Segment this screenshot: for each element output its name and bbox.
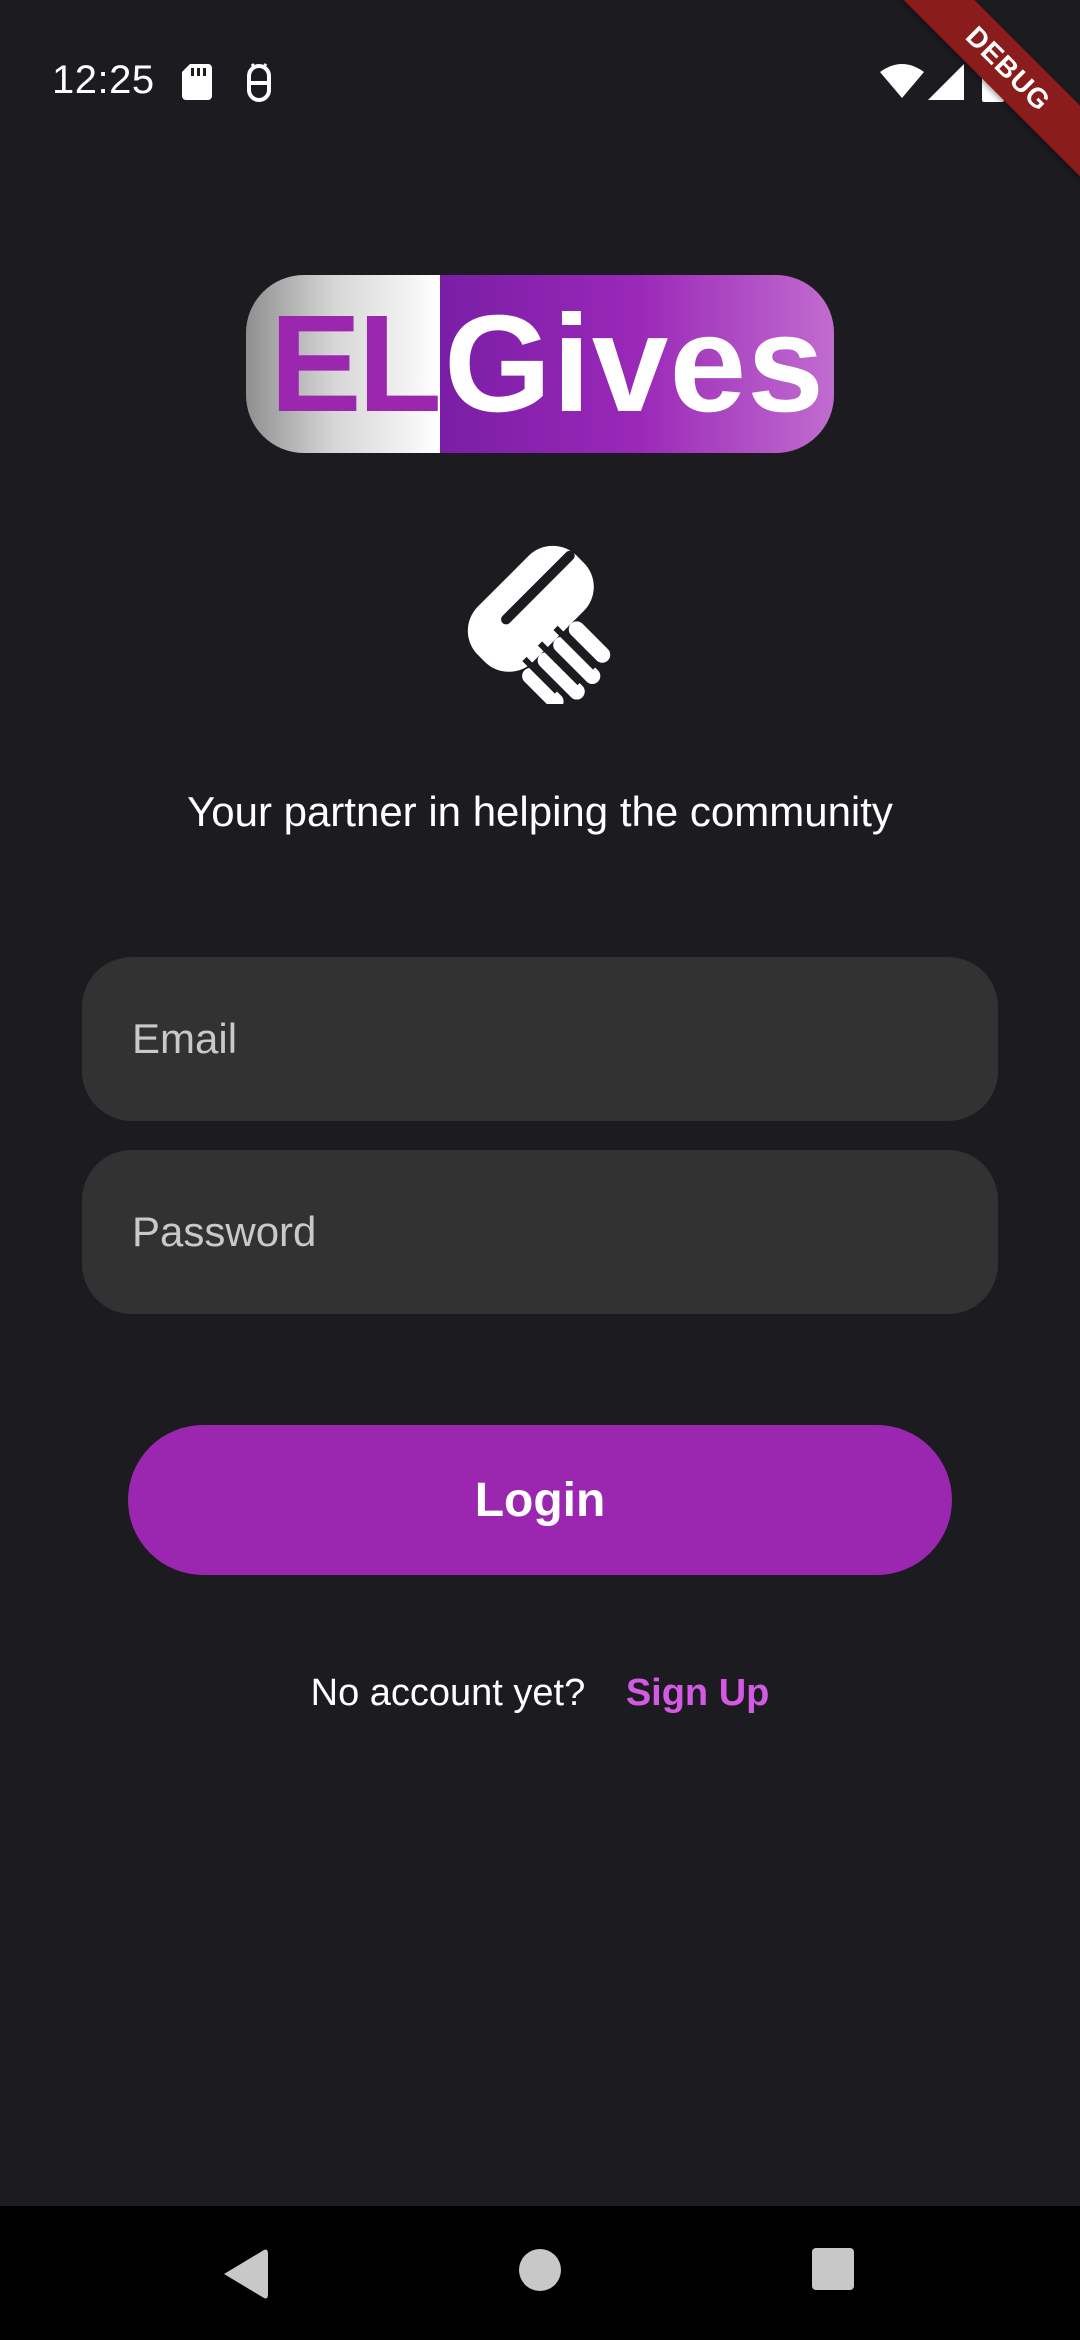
logo-text-gives: Gives: [444, 287, 825, 441]
signup-link[interactable]: Sign Up: [626, 1672, 770, 1714]
logo-text-el: EL: [269, 287, 442, 441]
recents-icon[interactable]: [810, 2246, 856, 2292]
back-icon[interactable]: [220, 2246, 270, 2302]
navigation-bar: [0, 2206, 1080, 2340]
password-field[interactable]: [82, 1150, 998, 1314]
wifi-icon: [880, 64, 924, 98]
logo-left-panel: EL: [246, 275, 442, 453]
status-time: 12:25: [52, 58, 155, 102]
sd-card-icon: [182, 64, 212, 100]
signup-row: No account yet? Sign Up: [0, 1672, 1080, 1715]
status-bar: 12:25: [0, 0, 1080, 166]
login-button[interactable]: Login: [128, 1425, 952, 1575]
signup-prompt: No account yet?: [310, 1672, 586, 1714]
email-field[interactable]: [82, 957, 998, 1121]
app-logo: EL Gives: [246, 275, 834, 453]
login-screen: 12:25 DEBUG EL Gives Your partner in hel…: [0, 0, 1080, 2340]
logo-right-panel: Gives: [440, 275, 834, 453]
usb-debug-icon: [247, 63, 271, 102]
tagline: Your partner in helping the community: [187, 788, 893, 835]
cell-signal-icon: [928, 64, 964, 100]
handshake-icon: [467, 545, 611, 704]
home-icon[interactable]: [516, 2246, 564, 2294]
